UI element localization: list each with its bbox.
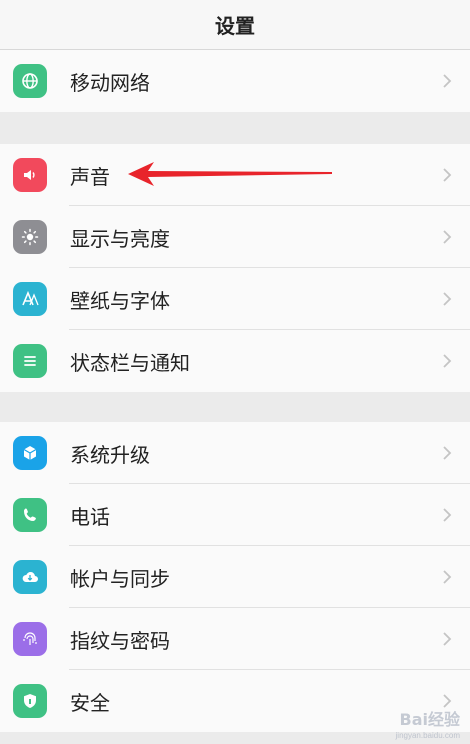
settings-item-label: 指纹与密码 [70, 630, 170, 653]
speaker-icon [13, 158, 47, 192]
settings-group-display: 声音 显示与亮度 壁纸与字体 状态栏与通知 [0, 144, 470, 392]
settings-item-label: 电话 [70, 506, 110, 529]
shield-icon [13, 684, 47, 718]
settings-group-network: 移动网络 [0, 50, 470, 112]
settings-item-wallpaper-font[interactable]: 壁纸与字体 [0, 268, 470, 330]
settings-header: 设置 [0, 0, 470, 50]
settings-item-mobile-network[interactable]: 移动网络 [0, 50, 470, 112]
settings-item-sound[interactable]: 声音 [0, 144, 470, 206]
settings-item-label: 安全 [70, 692, 110, 715]
settings-item-label: 显示与亮度 [70, 228, 170, 251]
notification-list-icon [13, 344, 47, 378]
chevron-right-icon [443, 230, 452, 244]
group-spacer [0, 392, 470, 422]
settings-item-label: 壁纸与字体 [70, 290, 170, 313]
settings-item-statusbar-notification[interactable]: 状态栏与通知 [0, 330, 470, 392]
chevron-right-icon [443, 508, 452, 522]
settings-item-fingerprint-password[interactable]: 指纹与密码 [0, 608, 470, 670]
chevron-right-icon [443, 632, 452, 646]
settings-group-system: 系统升级 电话 帐户与同步 指纹与密码 安全 [0, 422, 470, 732]
settings-item-label: 状态栏与通知 [70, 352, 190, 375]
settings-item-label: 移动网络 [70, 72, 150, 95]
chevron-right-icon [443, 74, 452, 88]
chevron-right-icon [443, 168, 452, 182]
system-upgrade-icon [13, 436, 47, 470]
watermark: Bai经验 jingyan.baidu.com [396, 706, 460, 740]
chevron-right-icon [443, 570, 452, 584]
watermark-sub: jingyan.baidu.com [395, 731, 460, 740]
chevron-right-icon [443, 292, 452, 306]
settings-item-display-brightness[interactable]: 显示与亮度 [0, 206, 470, 268]
watermark-text: Bai经验 [399, 710, 460, 729]
fingerprint-icon [13, 622, 47, 656]
settings-item-label: 系统升级 [70, 444, 150, 467]
brightness-icon [13, 220, 47, 254]
settings-item-label: 帐户与同步 [70, 568, 170, 591]
settings-item-phone[interactable]: 电话 [0, 484, 470, 546]
chevron-right-icon [443, 446, 452, 460]
globe-icon [13, 64, 47, 98]
chevron-right-icon [443, 354, 452, 368]
settings-item-label: 声音 [70, 166, 110, 189]
settings-item-account-sync[interactable]: 帐户与同步 [0, 546, 470, 608]
wallpaper-font-icon [13, 282, 47, 316]
cloud-sync-icon [13, 560, 47, 594]
settings-item-system-upgrade[interactable]: 系统升级 [0, 422, 470, 484]
phone-icon [13, 498, 47, 532]
group-spacer [0, 112, 470, 144]
page-title: 设置 [215, 16, 255, 38]
